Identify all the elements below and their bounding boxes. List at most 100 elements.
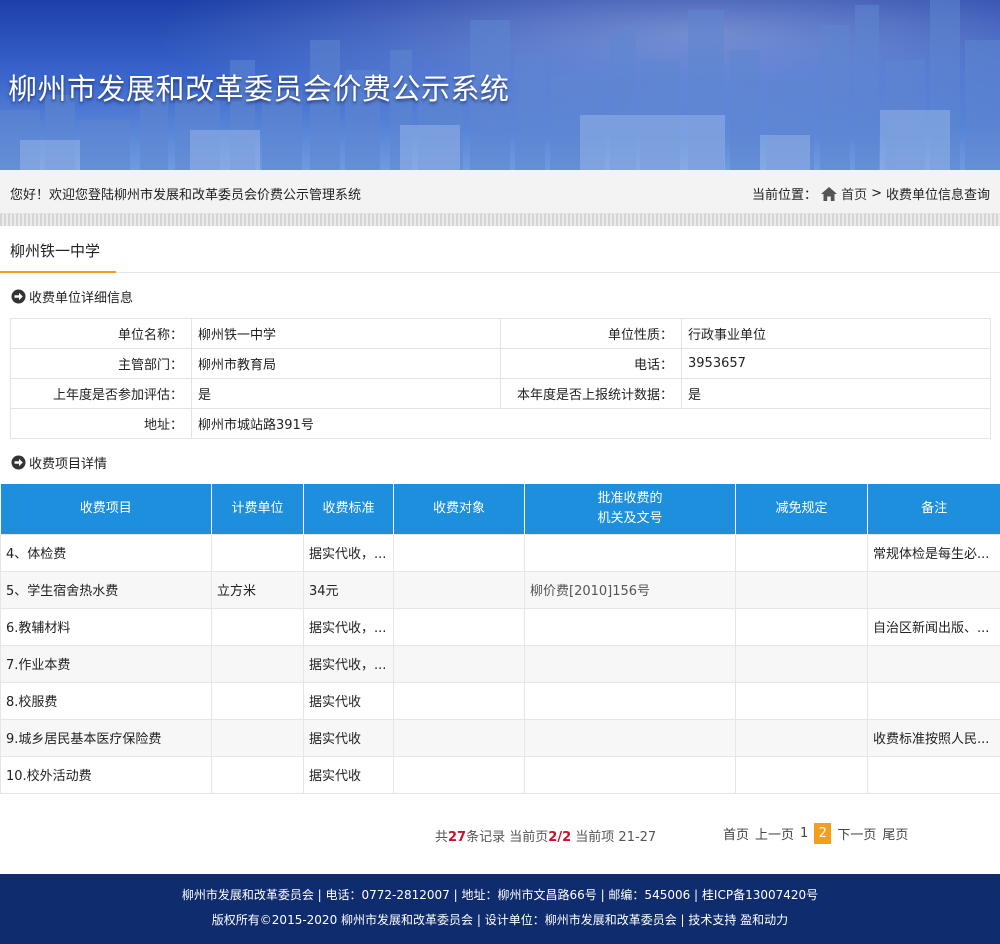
- address-value: 柳州市城站路391号: [191, 408, 991, 439]
- table-row: 10.校外活动费 据实代收: [0, 755, 1000, 794]
- tab-bar: 柳州铁一中学: [0, 226, 1000, 273]
- cell-standard: 据实代收，...: [303, 644, 394, 683]
- phone-value: 3953657: [681, 348, 991, 379]
- cell-unit: [211, 718, 304, 757]
- cell-target: [393, 644, 525, 683]
- cell-note: [867, 644, 1000, 683]
- fee-section-label: 收费项目详情: [29, 457, 108, 472]
- pager-range: 21-27: [618, 830, 657, 845]
- footer: 柳州市发展和改革委员会 | 电话：0772-2812007 | 地址：柳州市文昌…: [0, 874, 1000, 944]
- cell-target: [393, 755, 525, 794]
- cell-unit: [211, 681, 304, 720]
- cell-approval: 柳价费[2010]156号: [524, 570, 736, 609]
- cell-unit: 立方米: [211, 570, 304, 609]
- table-row: 8.校服费 据实代收: [0, 681, 1000, 720]
- breadcrumb-current: 收费单位信息查询: [885, 188, 990, 203]
- table-row: 7.作业本费 据实代收，...: [0, 644, 1000, 683]
- detail-row: 地址： 柳州市城站路391号: [10, 408, 991, 439]
- table-row: 6.教辅材料 据实代收，... 自治区新闻出版、...: [0, 607, 1000, 646]
- cell-target: [393, 718, 525, 757]
- breadcrumb-separator: >: [871, 186, 882, 201]
- cell-standard: 据实代收: [303, 681, 394, 720]
- fee-table-header: 收费项目 计费单位 收费标准 收费对象 批准收费的 机关及文号 减免规定 备注: [0, 484, 1000, 534]
- arrow-right-circle-icon: [11, 455, 26, 470]
- cell-reduction: [735, 644, 868, 683]
- pager-next-link[interactable]: 下一页: [837, 824, 876, 843]
- cell-note: [867, 681, 1000, 720]
- cell-reduction: [735, 533, 868, 572]
- arrow-right-circle-icon: [11, 289, 26, 304]
- unit-name-label: 单位名称：: [10, 318, 192, 349]
- col-header-reduction: 减免规定: [735, 484, 868, 534]
- unit-detail-table: 单位名称： 柳州铁一中学 单位性质： 行政事业单位 主管部门： 柳州市教育局 电…: [10, 318, 991, 439]
- report-label: 本年度是否上报统计数据：: [500, 378, 682, 409]
- pager-total-prefix: 共: [435, 830, 449, 845]
- pagination: 首页 上一页 1 2 下一页 尾页: [723, 823, 908, 844]
- col-header-target: 收费对象: [393, 484, 525, 534]
- cell-reduction: [735, 718, 868, 757]
- cell-standard: 据实代收: [303, 718, 394, 757]
- divider-stripe: [0, 214, 1000, 226]
- welcome-message: 您好！欢迎您登陆柳州市发展和改革委员会价费公示管理系统: [10, 188, 362, 203]
- detail-row: 上年度是否参加评估： 是 本年度是否上报统计数据： 是: [10, 378, 991, 409]
- eval-label: 上年度是否参加评估：: [10, 378, 192, 409]
- cell-item: 4、体检费: [0, 533, 212, 572]
- pager-page-1-link[interactable]: 1: [800, 826, 808, 841]
- breadcrumb: 当前位置： 首页 > 收费单位信息查询: [752, 184, 990, 203]
- cell-approval: [524, 755, 736, 794]
- cell-note: 收费标准按照人民...: [867, 718, 1000, 757]
- fee-table: 收费项目 计费单位 收费标准 收费对象 批准收费的 机关及文号 减免规定 备注 …: [0, 484, 1000, 794]
- col-header-standard: 收费标准: [303, 484, 394, 534]
- unit-section-label: 收费单位详细信息: [29, 291, 134, 306]
- cell-unit: [211, 607, 304, 646]
- cell-standard: 据实代收，...: [303, 607, 394, 646]
- cell-standard: 据实代收: [303, 755, 394, 794]
- col-header-unit: 计费单位: [211, 484, 304, 534]
- table-row: 4、体检费 据实代收，... 常规体检是每生必...: [0, 533, 1000, 572]
- detail-row: 单位名称： 柳州铁一中学 单位性质： 行政事业单位: [10, 318, 991, 349]
- col-header-approval-line1: 批准收费的: [597, 490, 663, 506]
- tab-unit[interactable]: 柳州铁一中学: [0, 226, 116, 273]
- table-row: 9.城乡居民基本医疗保险费 据实代收 收费标准按照人民...: [0, 718, 1000, 757]
- pager-info: 共27条记录 当前页2/2 当前项 21-27: [435, 826, 656, 845]
- pager-first-link[interactable]: 首页: [723, 824, 749, 843]
- cell-target: [393, 533, 525, 572]
- cell-unit: [211, 755, 304, 794]
- unit-nature-value: 行政事业单位: [681, 318, 991, 349]
- col-header-item: 收费项目: [0, 484, 212, 534]
- pager-page-2-current[interactable]: 2: [814, 823, 832, 844]
- breadcrumb-home-link[interactable]: 首页: [841, 184, 867, 203]
- pager-prev-link[interactable]: 上一页: [755, 824, 794, 843]
- footer-contact-line: 柳州市发展和改革委员会 | 电话：0772-2812007 | 地址：柳州市文昌…: [181, 888, 819, 902]
- welcome-bar: 您好！欢迎您登陆柳州市发展和改革委员会价费公示管理系统 当前位置： 首页 > 收…: [0, 170, 1000, 214]
- cell-reduction: [735, 681, 868, 720]
- footer-copyright-line: 版权所有©2015-2020 柳州市发展和改革委员会 | 设计单位：柳州市发展和…: [211, 913, 789, 927]
- eval-value: 是: [191, 378, 501, 409]
- dept-label: 主管部门：: [10, 348, 192, 379]
- cell-note: 自治区新闻出版、...: [867, 607, 1000, 646]
- cell-approval: [524, 644, 736, 683]
- address-label: 地址：: [10, 408, 192, 439]
- breadcrumb-label: 当前位置：: [752, 188, 818, 203]
- pager-last-link[interactable]: 尾页: [882, 824, 908, 843]
- cell-reduction: [735, 755, 868, 794]
- unit-name-value: 柳州铁一中学: [191, 318, 501, 349]
- cell-approval: [524, 718, 736, 757]
- cell-approval: [524, 607, 736, 646]
- col-header-note: 备注: [867, 484, 1000, 534]
- cell-note: [867, 755, 1000, 794]
- cell-standard: 据实代收，...: [303, 533, 394, 572]
- cell-target: [393, 570, 525, 609]
- dept-value: 柳州市教育局: [191, 348, 501, 379]
- cell-unit: [211, 644, 304, 683]
- cell-note: [867, 570, 1000, 609]
- cell-item: 6.教辅材料: [0, 607, 212, 646]
- cell-target: [393, 681, 525, 720]
- unit-nature-label: 单位性质：: [500, 318, 682, 349]
- cell-item: 5、学生宿舍热水费: [0, 570, 212, 609]
- fee-section-title: 收费项目详情: [11, 453, 107, 472]
- pager-page-prefix: 当前页: [509, 830, 549, 845]
- col-header-approval-line2: 机关及文号: [597, 510, 663, 526]
- cell-target: [393, 607, 525, 646]
- home-icon: [821, 186, 838, 201]
